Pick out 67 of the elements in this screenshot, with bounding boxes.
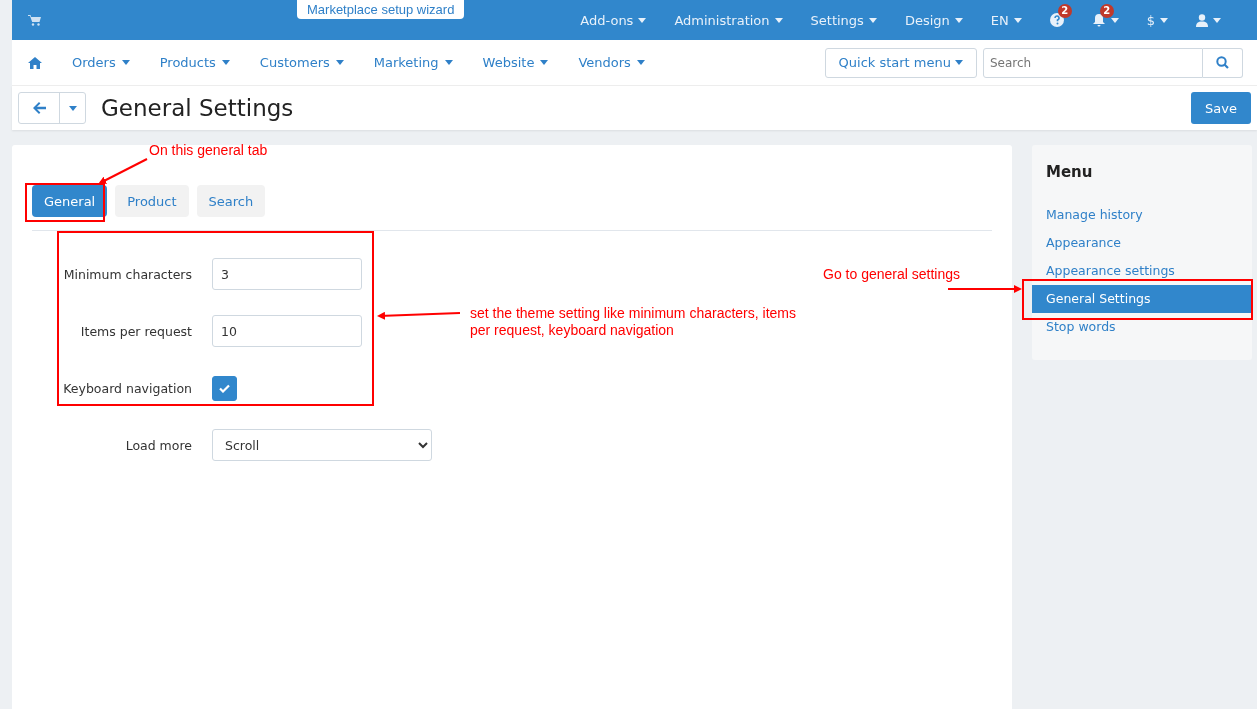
top-menu-item[interactable]: Administration [660,0,797,40]
sidebar-item[interactable]: General Settings [1032,285,1252,313]
annotation-note: On this general tab [149,142,268,159]
caret-icon [221,60,230,65]
nav-menu-item[interactable]: Customers [259,55,344,70]
bell-icon [1091,13,1106,27]
caret-icon [1213,17,1221,23]
nav-menu-item[interactable]: Marketing [373,55,453,70]
quick-start-menu-button[interactable]: Quick start menu [824,47,977,78]
top-menu-item[interactable]: Design [890,0,977,40]
caret-icon [774,17,783,23]
save-button[interactable]: Save [1191,92,1251,124]
home-icon[interactable] [28,56,42,69]
back-arrow-icon [32,102,46,114]
caret-icon [954,17,963,23]
top-menu-item[interactable]: $ [1132,0,1182,40]
caret-icon [638,17,647,23]
search-field[interactable]: Search [983,47,1203,78]
annotation-note: Go to general settings [823,266,960,283]
page-title: General Settings [101,95,294,121]
cart-icon[interactable] [28,14,41,26]
load-more-dropdown[interactable]: Scroll [212,429,432,461]
caret-icon [68,105,77,111]
caret-icon [121,60,130,65]
notification-badge: 2 [1057,4,1072,18]
caret-icon [1160,17,1168,23]
caret-icon [1013,17,1022,23]
field-label: Items per request [79,323,193,339]
field-label: Keyboard navigation [62,380,193,396]
checkbox[interactable] [212,375,237,401]
caret-icon [1110,17,1119,23]
caret-icon [335,60,344,65]
caret-icon [444,60,453,65]
field-label: Load more [124,437,193,453]
caret-icon [955,60,963,65]
sidebar-item[interactable]: Stop words [1032,313,1252,341]
sidebar-title: Menu [1046,163,1094,181]
text-input[interactable]: 3 [212,258,362,290]
top-menu-item[interactable]: EN [976,0,1036,40]
settings-tab[interactable]: General [32,185,108,217]
caret-icon [868,17,877,23]
nav-menu-item[interactable]: Products [159,55,230,70]
search-button[interactable] [1203,47,1243,78]
notification-badge: 2 [1099,4,1114,18]
user-icon [1196,13,1208,27]
nav-menu-item[interactable]: Vendors [578,55,645,70]
sidebar-item[interactable]: Appearance settings [1032,257,1252,285]
nav-menu-item[interactable]: Orders [72,55,130,70]
caret-icon [540,60,549,65]
bell-menu[interactable]: 2 [1077,0,1133,40]
settings-tab[interactable]: Search [196,185,266,217]
help-menu[interactable]: 2 [1035,0,1078,40]
top-menu-item[interactable]: Add-ons [566,0,661,40]
field-label: Minimum characters [62,266,193,282]
setup-wizard-tab[interactable]: Marketplace setup wizard [297,0,465,19]
sidebar-item[interactable]: Manage history [1032,201,1252,229]
settings-tab[interactable]: Product [115,185,189,217]
search-icon [1216,56,1229,69]
top-menu-item[interactable]: Settings [796,0,891,40]
nav-menu-item[interactable]: Website [482,55,549,70]
annotation-note: set the theme setting like minimum characters, items per request, keyboard navigation [470,305,797,339]
annotation-arrow [98,158,148,184]
caret-icon [636,60,645,65]
text-input[interactable]: 10 [212,315,362,347]
sidebar-item[interactable]: Appearance [1032,229,1252,257]
checkmark-icon [219,383,230,393]
help-icon [1049,13,1064,27]
